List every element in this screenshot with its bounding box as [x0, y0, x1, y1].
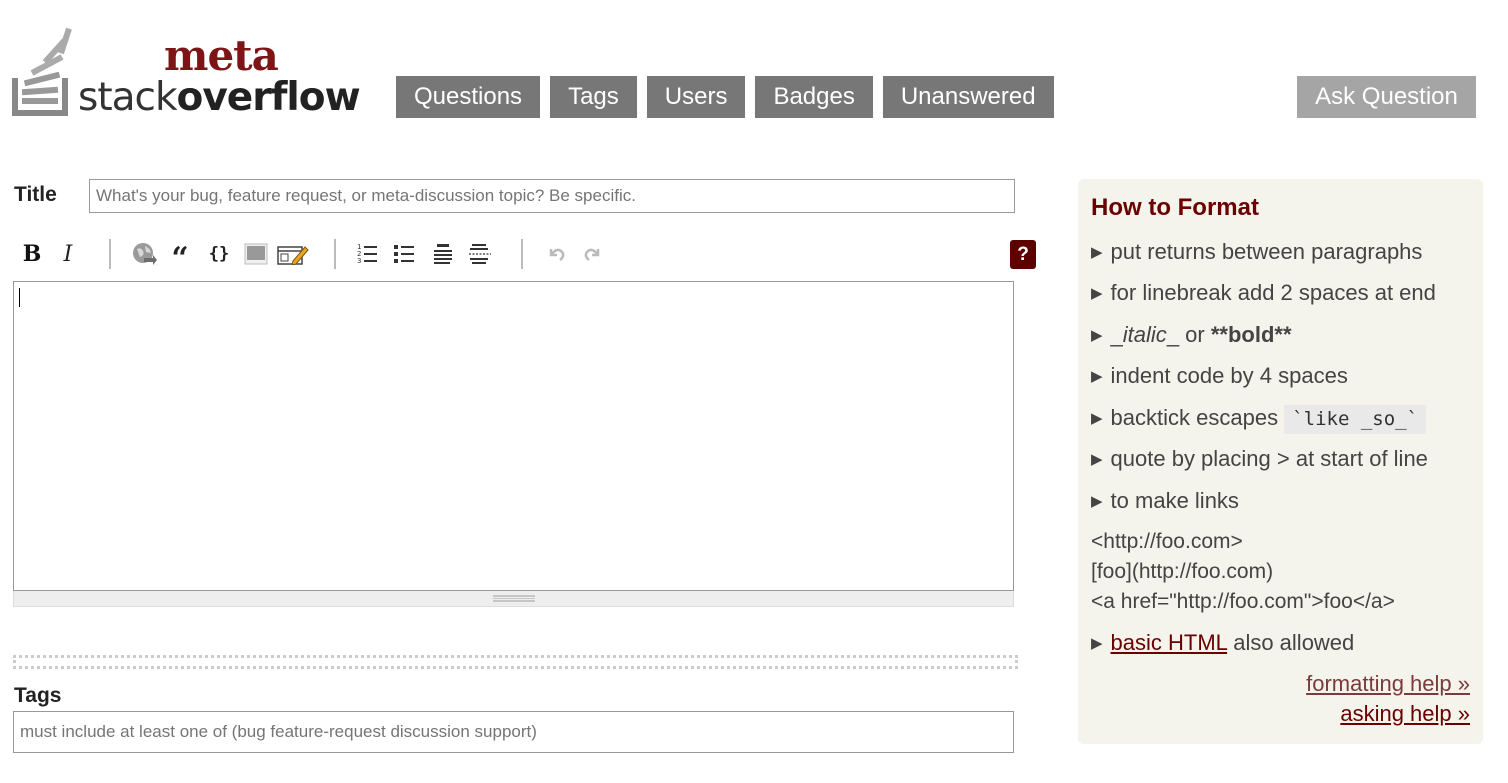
bulleted-list-button[interactable]	[389, 236, 421, 272]
triangle-right-icon: ▶	[1091, 244, 1103, 261]
help-icon: ?	[1017, 244, 1029, 265]
triangle-right-icon: ▶	[1091, 285, 1103, 302]
svg-text:3: 3	[357, 257, 361, 265]
tip-text: _ or	[1166, 322, 1211, 347]
triangle-right-icon: ▶	[1091, 327, 1103, 344]
triangle-right-icon: ▶	[1091, 368, 1103, 385]
heading-icon	[434, 244, 452, 264]
editor-toolbar: B I “ {} 1 2 3 ?	[14, 236, 1036, 276]
quote-icon: “	[171, 241, 189, 276]
toolbar-separator	[334, 239, 336, 269]
grip-icon	[492, 595, 535, 602]
text-caret	[19, 288, 20, 307]
code-braces-icon: {}	[208, 244, 230, 264]
bulleted-list-icon	[394, 245, 414, 263]
preview-placeholder	[13, 655, 1018, 669]
triangle-right-icon: ▶	[1091, 493, 1103, 510]
format-tip: ▶ basic HTML also allowed	[1091, 630, 1354, 656]
logo-meta-text: meta	[164, 31, 279, 80]
tags-input[interactable]	[13, 711, 1014, 753]
image-button[interactable]	[240, 236, 272, 272]
bold-button[interactable]: B	[16, 236, 48, 272]
link-example: <http://foo.com>	[1091, 530, 1243, 553]
triangle-right-icon: ▶	[1091, 635, 1103, 652]
code-button[interactable]: {}	[203, 236, 235, 272]
panel-title: How to Format	[1091, 194, 1259, 221]
format-tip: ▶ put returns between paragraphs	[1091, 239, 1422, 265]
format-tip: ▶ quote by placing > at start of line	[1091, 446, 1428, 472]
redo-button[interactable]	[576, 236, 608, 272]
ordered-list-button[interactable]: 1 2 3	[352, 236, 384, 272]
format-tip: ▶ for linebreak add 2 spaces at end	[1091, 280, 1436, 306]
nav-unanswered[interactable]: Unanswered	[882, 76, 1054, 118]
snippet-button[interactable]	[277, 236, 309, 272]
tip-code: `like _so_`	[1284, 405, 1427, 434]
globe-link-icon	[133, 243, 157, 265]
stack-logo-icon	[12, 27, 72, 116]
italic-button[interactable]: I	[52, 236, 84, 272]
basic-html-link[interactable]: basic HTML	[1111, 630, 1228, 655]
link-example: <a href="http://foo.com">foo</a>	[1091, 590, 1395, 613]
link-button[interactable]	[128, 236, 160, 272]
title-label: Title	[14, 183, 57, 206]
body-editor[interactable]	[13, 281, 1014, 591]
editor-resize-grip[interactable]	[13, 591, 1014, 607]
image-icon	[244, 243, 268, 265]
tip-text: for linebreak add 2 spaces at end	[1110, 280, 1436, 305]
triangle-right-icon: ▶	[1091, 410, 1103, 427]
tip-text: also allowed	[1227, 630, 1355, 655]
nav-users[interactable]: Users	[646, 76, 746, 118]
how-to-format-panel: How to Format ▶ put returns between parag…	[1078, 179, 1483, 744]
title-input[interactable]	[89, 179, 1015, 213]
site-logo[interactable]: meta stackoverflow	[12, 24, 372, 120]
editor-help-button[interactable]: ?	[1010, 240, 1036, 269]
format-tip: ▶ indent code by 4 spaces	[1091, 363, 1348, 389]
snippet-pencil-icon	[277, 246, 309, 265]
undo-button[interactable]	[541, 236, 573, 272]
tip-text: _	[1110, 322, 1123, 347]
nav-tags[interactable]: Tags	[550, 76, 637, 118]
formatting-help-link[interactable]: formatting help »	[1306, 671, 1470, 697]
link-example: [foo](http://foo.com)	[1091, 560, 1274, 583]
triangle-right-icon: ▶	[1091, 451, 1103, 468]
toolbar-separator	[109, 239, 111, 269]
tip-text: indent code by 4 spaces	[1110, 363, 1348, 388]
tip-italic: italic	[1122, 322, 1167, 347]
tip-bold: **bold**	[1210, 322, 1292, 347]
tip-text: put returns between paragraphs	[1110, 239, 1423, 264]
blockquote-button[interactable]: “	[164, 236, 196, 276]
italic-icon: I	[63, 241, 73, 267]
undo-icon	[549, 248, 565, 261]
format-tip: ▶ _italic_ or **bold**	[1091, 322, 1292, 348]
horizontal-rule-icon	[469, 244, 491, 264]
logo-stack: stack	[78, 75, 178, 120]
heading-button[interactable]	[427, 236, 459, 272]
redo-icon	[584, 248, 600, 261]
format-tip: ▶ to make links	[1091, 488, 1239, 514]
main-nav: Questions Tags Users Badges Unanswered	[396, 76, 1054, 118]
toolbar-separator	[521, 239, 523, 269]
nav-badges[interactable]: Badges	[755, 76, 873, 118]
ordered-list-icon: 1 2 3	[357, 243, 377, 265]
horizontal-rule-button[interactable]	[464, 236, 496, 272]
logo-overflow: overflow	[176, 75, 361, 120]
link-examples: <http://foo.com> [foo](http://foo.com) <…	[1091, 527, 1395, 617]
asking-help-link[interactable]: asking help »	[1340, 701, 1470, 727]
nav-questions[interactable]: Questions	[396, 76, 541, 118]
format-tip: ▶ backtick escapes `like _so_`	[1091, 405, 1427, 434]
tags-label: Tags	[14, 684, 62, 707]
tip-text: to make links	[1110, 488, 1239, 513]
tip-text: backtick escapes	[1110, 405, 1285, 430]
ask-question-button[interactable]: Ask Question	[1297, 76, 1476, 118]
logo-wordmark: stackoverflow	[78, 75, 361, 120]
tip-text: quote by placing > at start of line	[1110, 446, 1428, 471]
bold-icon: B	[22, 241, 42, 267]
